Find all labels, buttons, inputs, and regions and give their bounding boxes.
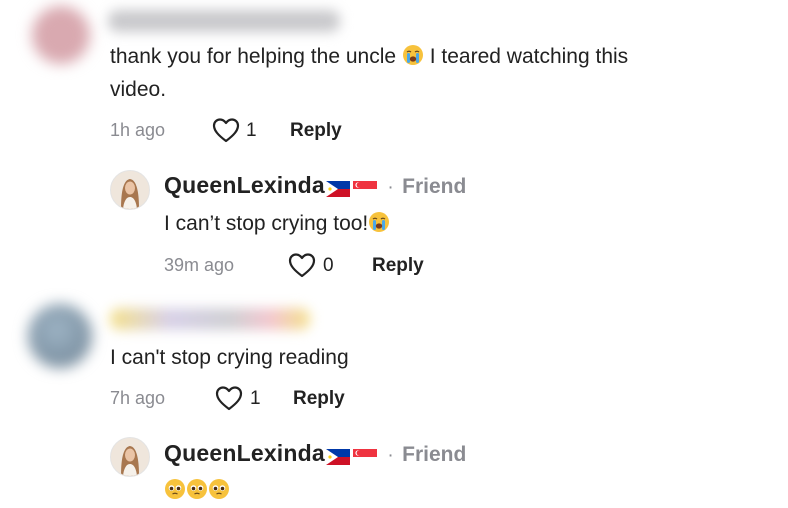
like-heart-icon[interactable] <box>288 252 316 278</box>
profile-photo-icon <box>111 171 149 209</box>
pleading-face-emoji-icon <box>209 479 229 499</box>
singapore-flag-icon <box>352 448 377 465</box>
singapore-flag-icon <box>352 180 377 197</box>
loudly-crying-emoji-icon <box>369 212 390 232</box>
reply-timestamp: 39m ago <box>164 255 235 275</box>
replier-avatar[interactable] <box>110 170 150 210</box>
replier-username[interactable]: QueenLexinda <box>164 440 325 466</box>
like-count: 1 <box>246 120 257 141</box>
reply-text: I can’t stop crying too! <box>164 207 390 240</box>
friend-badge: Friend <box>402 175 467 198</box>
like-heart-icon[interactable] <box>212 117 240 143</box>
reply-header: QueenLexinda · Friend <box>164 440 466 467</box>
comment-timestamp: 1h ago <box>110 120 166 140</box>
comment-text: I can't stop crying reading <box>110 346 349 369</box>
commenter-avatar[interactable] <box>28 304 92 368</box>
like-count: 1 <box>250 388 261 409</box>
reply-text-content: I can’t stop crying too! <box>164 212 369 235</box>
comment-text: thank you for helping the uncle I teared… <box>110 40 750 106</box>
reply-text <box>164 478 230 502</box>
comment-timestamp: 7h ago <box>110 388 166 408</box>
reply-header: QueenLexinda · Friend <box>164 172 466 199</box>
replier-avatar[interactable] <box>110 437 150 477</box>
friend-badge: Friend <box>402 443 467 466</box>
profile-photo-icon <box>111 438 149 476</box>
comment-text-line2: video. <box>110 78 167 101</box>
philippines-flag-icon <box>325 180 350 197</box>
loudly-crying-emoji-icon <box>402 45 423 65</box>
reply-button[interactable]: Reply <box>290 120 342 142</box>
commenter-avatar[interactable] <box>32 6 90 64</box>
like-count: 0 <box>323 255 334 276</box>
separator-dot: · <box>387 177 394 198</box>
reply-button[interactable]: Reply <box>293 388 345 410</box>
pleading-face-emoji-icon <box>165 479 185 499</box>
replier-username[interactable]: QueenLexinda <box>164 172 325 198</box>
comment-text-part2: I teared watching this <box>429 45 629 68</box>
reply-button[interactable]: Reply <box>372 255 424 277</box>
pleading-face-emoji-icon <box>187 479 207 499</box>
commenter-username-blurred[interactable] <box>108 10 340 32</box>
like-heart-icon[interactable] <box>215 385 243 411</box>
separator-dot: · <box>387 445 394 466</box>
comment-text-part1: thank you for helping the uncle <box>110 45 397 68</box>
philippines-flag-icon <box>325 448 350 465</box>
commenter-username-blurred[interactable] <box>110 308 310 330</box>
